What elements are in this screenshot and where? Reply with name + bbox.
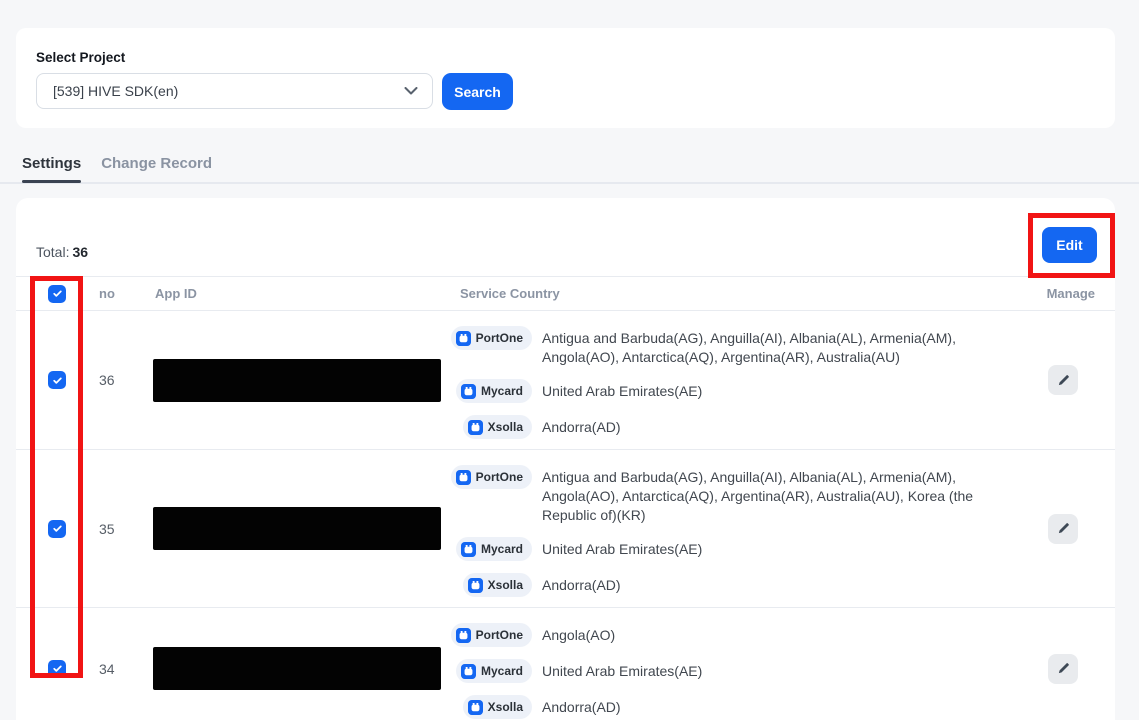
check-icon — [52, 288, 63, 299]
service-countries: Antigua and Barbuda(AG), Anguilla(AI), A… — [542, 326, 1019, 367]
manage-cell — [1019, 514, 1095, 544]
service-badge-label: Mycard — [481, 384, 523, 398]
service-line: Mycard United Arab Emirates(AE) — [460, 537, 1019, 561]
select-project-label: Select Project — [36, 50, 125, 65]
row-checkbox[interactable] — [48, 520, 66, 538]
tab-change-record[interactable]: Change Record — [101, 155, 212, 182]
row-edit-button[interactable] — [1048, 514, 1078, 544]
table-row: 34 PortOne Angola(AO) Mycard United Arab… — [16, 608, 1115, 720]
table-header: no App ID Service Country Manage — [16, 276, 1115, 311]
chevron-down-icon — [404, 82, 418, 100]
service-line: PortOne Antigua and Barbuda(AG), Anguill… — [460, 465, 1019, 525]
project-select-card: Select Project [539] HIVE SDK(en) Search — [16, 28, 1115, 128]
service-badge-xsolla: Xsolla — [463, 573, 532, 597]
tab-divider — [0, 182, 1139, 184]
service-badge-label: PortOne — [476, 470, 523, 484]
service-badge-mycard: Mycard — [456, 379, 532, 403]
project-select-dropdown[interactable]: [539] HIVE SDK(en) — [36, 73, 433, 109]
app-id-redacted-block — [153, 507, 441, 550]
active-tab-underline — [22, 180, 81, 183]
service-countries: United Arab Emirates(AE) — [542, 537, 702, 559]
service-badge-mycard: Mycard — [456, 537, 532, 561]
row-no: 34 — [80, 661, 136, 677]
service-line: Xsolla Andorra(AD) — [460, 573, 1019, 597]
service-badge-portone: PortOne — [451, 623, 532, 647]
select-all-checkbox[interactable] — [48, 285, 66, 303]
service-badge-label: Xsolla — [488, 420, 523, 434]
manage-cell — [1019, 365, 1095, 395]
service-badge-label: Mycard — [481, 542, 523, 556]
payment-provider-icon — [468, 420, 483, 435]
service-line: Mycard United Arab Emirates(AE) — [460, 659, 1019, 683]
row-checkbox[interactable] — [48, 660, 66, 678]
service-countries: United Arab Emirates(AE) — [542, 379, 702, 401]
service-line: Xsolla Andorra(AD) — [460, 415, 1019, 439]
service-countries: United Arab Emirates(AE) — [542, 659, 702, 681]
total-label: Total: — [36, 244, 69, 260]
tab-bar: Settings Change Record — [22, 155, 212, 182]
service-countries: Antigua and Barbuda(AG), Anguilla(AI), A… — [542, 465, 1019, 525]
service-countries: Andorra(AD) — [542, 415, 621, 437]
project-select-value: [539] HIVE SDK(en) — [53, 83, 404, 99]
service-country-cell: PortOne Angola(AO) Mycard United Arab Em… — [441, 608, 1019, 720]
service-badge-label: PortOne — [476, 628, 523, 642]
payment-provider-icon — [456, 628, 471, 643]
app-id-redacted-block — [153, 359, 441, 402]
service-badge-label: Mycard — [481, 664, 523, 678]
table-row: 36 PortOne Antigua and Barbuda(AG), Angu… — [16, 311, 1115, 450]
service-country-cell: PortOne Antigua and Barbuda(AG), Anguill… — [441, 450, 1019, 607]
check-icon — [52, 523, 63, 534]
table-row: 35 PortOne Antigua and Barbuda(AG), Angu… — [16, 450, 1115, 608]
app-id-redacted-block — [153, 647, 441, 690]
search-button[interactable]: Search — [442, 73, 513, 110]
tab-settings[interactable]: Settings — [22, 155, 81, 182]
service-countries: Andorra(AD) — [542, 695, 621, 717]
service-badge-portone: PortOne — [451, 465, 532, 489]
service-badge-label: Xsolla — [488, 700, 523, 714]
row-no: 36 — [80, 372, 136, 388]
row-checkbox[interactable] — [48, 371, 66, 389]
payment-provider-icon — [461, 384, 476, 399]
pencil-icon — [1057, 374, 1070, 387]
service-countries: Andorra(AD) — [542, 573, 621, 595]
total-count: Total:36 — [36, 244, 88, 260]
service-line: Mycard United Arab Emirates(AE) — [460, 379, 1019, 403]
column-header-app-id: App ID — [136, 286, 441, 301]
column-header-manage: Manage — [1019, 286, 1095, 301]
payment-provider-icon — [461, 664, 476, 679]
service-badge-portone: PortOne — [451, 326, 532, 350]
service-line: PortOne Antigua and Barbuda(AG), Anguill… — [460, 326, 1019, 367]
row-edit-button[interactable] — [1048, 654, 1078, 684]
payment-provider-icon — [468, 578, 483, 593]
column-header-service-country: Service Country — [441, 286, 1019, 301]
service-badge-mycard: Mycard — [456, 659, 532, 683]
service-line: PortOne Angola(AO) — [460, 623, 1019, 647]
column-header-no: no — [80, 286, 136, 301]
table-body: 36 PortOne Antigua and Barbuda(AG), Angu… — [16, 311, 1115, 720]
payment-provider-icon — [468, 700, 483, 715]
edit-button[interactable]: Edit — [1042, 227, 1097, 263]
payment-provider-icon — [461, 542, 476, 557]
service-badge-label: Xsolla — [488, 578, 523, 592]
row-no: 35 — [80, 521, 136, 537]
service-badge-xsolla: Xsolla — [463, 695, 532, 719]
service-country-cell: PortOne Antigua and Barbuda(AG), Anguill… — [441, 311, 1019, 449]
payment-provider-icon — [456, 331, 471, 346]
manage-cell — [1019, 654, 1095, 684]
check-icon — [52, 375, 63, 386]
service-countries: Angola(AO) — [542, 623, 615, 645]
service-line: Xsolla Andorra(AD) — [460, 695, 1019, 719]
pencil-icon — [1057, 662, 1070, 675]
total-value: 36 — [72, 244, 88, 260]
page: Select Project [539] HIVE SDK(en) Search… — [0, 0, 1139, 720]
row-edit-button[interactable] — [1048, 365, 1078, 395]
check-icon — [52, 663, 63, 674]
pencil-icon — [1057, 522, 1070, 535]
service-badge-label: PortOne — [476, 331, 523, 345]
service-badge-xsolla: Xsolla — [463, 415, 532, 439]
settings-table-card: Total:36 Edit no App ID Service Country … — [16, 198, 1115, 720]
payment-provider-icon — [456, 470, 471, 485]
